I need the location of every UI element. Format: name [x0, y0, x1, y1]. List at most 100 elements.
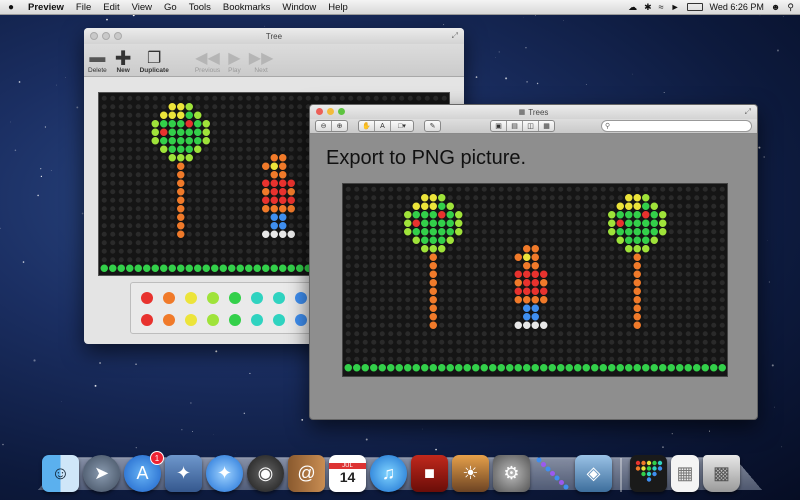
delete-button[interactable]: ▬ Delete [88, 49, 107, 76]
sidebar-view-button[interactable]: ◫ [523, 121, 539, 131]
search-field[interactable]: ⚲ [601, 120, 752, 132]
peg-hole [127, 138, 133, 144]
apple-menu-icon[interactable]: ● [0, 2, 22, 13]
app-store-icon[interactable]: A1 [124, 451, 164, 492]
menu-app-preview[interactable]: Preview [22, 2, 70, 13]
trash-icon[interactable]: ▩ [703, 455, 740, 492]
previous-button[interactable]: ◀◀ Previous [195, 49, 220, 76]
peg-hole [549, 212, 555, 218]
launchpad-icon[interactable]: ➤ [83, 455, 120, 492]
menu-edit[interactable]: Edit [97, 2, 125, 13]
peg-hole [702, 348, 708, 354]
close-button[interactable] [90, 32, 98, 40]
iphoto-icon[interactable]: ☀ [452, 455, 489, 492]
menu-view[interactable]: View [126, 2, 158, 13]
system-preferences-icon[interactable]: ⚙ [493, 455, 530, 492]
bluetooth-icon[interactable]: ✱ [644, 2, 652, 13]
text-tool-button[interactable]: A [375, 121, 391, 131]
zoom-out-button[interactable]: ⊖ [316, 121, 332, 131]
fullscreen-icon[interactable]: ⤢ [745, 107, 751, 117]
cloud-icon[interactable]: ☁ [628, 2, 637, 13]
volume-icon[interactable]: ► [671, 2, 680, 12]
star [498, 51, 500, 53]
peg-lit [429, 313, 437, 321]
facetime-icon[interactable]: ◉ [247, 455, 284, 492]
menu-go[interactable]: Go [158, 2, 183, 13]
peg-hole [532, 186, 538, 192]
new-button[interactable]: ✚ New [115, 48, 132, 76]
peg-hole [668, 288, 674, 294]
thumbnails-view-button[interactable]: ▤ [507, 121, 523, 131]
lite-brite-icon[interactable] [630, 455, 667, 492]
fullscreen-icon[interactable]: ⤢ [452, 31, 458, 41]
minimize-button[interactable] [327, 108, 334, 115]
peg-hole [566, 339, 572, 345]
peg-hole [362, 331, 368, 337]
select-tool-button[interactable]: □▾ [391, 121, 413, 131]
duplicate-button[interactable]: ❐ Duplicate [140, 49, 169, 76]
peg-hole [532, 212, 538, 218]
tree-toolbar: ▬ Delete ✚ New ❐ Duplicate ◀◀ Previous ▶ Play… [84, 44, 464, 77]
peg-hole [592, 297, 598, 303]
zoom-button[interactable] [114, 32, 122, 40]
trees-window-titlebar[interactable]: ▦ Trees ⤢ [310, 105, 757, 119]
content-only-view-button[interactable]: ▣ [491, 121, 507, 131]
menu-file[interactable]: File [70, 2, 97, 13]
battery-icon[interactable] [686, 3, 703, 11]
itunes-icon[interactable]: ♫ [370, 455, 407, 492]
move-tool-button[interactable]: ✋ [359, 121, 375, 131]
peg-lit [296, 264, 304, 272]
peg-hole [583, 246, 589, 252]
calendar-icon[interactable]: JUL 14 [329, 455, 366, 492]
pencil-icon[interactable]: ✎ [425, 121, 440, 131]
zoom-in-button[interactable]: ⊕ [332, 121, 347, 131]
peg-hole [558, 297, 564, 303]
peg-hole [490, 280, 496, 286]
wifi-icon[interactable]: ≈ [659, 2, 664, 12]
contact-sheet-view-button[interactable]: ▦ [539, 121, 554, 131]
peg-hole [127, 146, 133, 152]
menubar-clock[interactable]: Wed 6:26 PM [710, 2, 764, 12]
close-button[interactable] [316, 108, 323, 115]
peg-hole [288, 112, 294, 118]
mail-stamp-icon[interactable]: ✦ [165, 455, 202, 492]
spotlight-icon[interactable]: ⚲ [787, 2, 794, 13]
user-icon[interactable]: ☻ [771, 2, 780, 12]
photo-booth-icon[interactable]: ■ [411, 455, 448, 492]
peg-hole [702, 195, 708, 201]
minimize-button[interactable] [102, 32, 110, 40]
menu-bookmarks[interactable]: Bookmarks [217, 2, 277, 13]
menu-window[interactable]: Window [276, 2, 322, 13]
finder-icon[interactable]: ☺ [42, 455, 79, 492]
peg-hole [135, 223, 141, 229]
tree-window-titlebar[interactable]: Tree ⤢ [84, 28, 464, 44]
document-icon: ▦ [518, 109, 526, 116]
peg-hole [617, 195, 623, 201]
peg-app-icon[interactable] [534, 455, 571, 492]
address-book-icon[interactable]: @ [288, 455, 325, 492]
peg-hole [685, 254, 691, 260]
peg-hole [271, 95, 277, 101]
peg-hole [144, 112, 150, 118]
play-button[interactable]: ▶ Play [228, 49, 241, 76]
peg-hole [413, 305, 419, 311]
peg-hole [481, 195, 487, 201]
zoom-button[interactable] [338, 108, 345, 115]
peg-hole [416, 95, 422, 101]
menu-help[interactable]: Help [322, 2, 354, 13]
peg-lit [202, 120, 210, 128]
preview-icon[interactable]: ◈ [575, 455, 612, 492]
star [56, 84, 57, 86]
peg-hole [694, 348, 700, 354]
peg-hole [271, 257, 277, 263]
peg-hole [144, 163, 150, 169]
next-button[interactable]: ▶▶ Next [249, 49, 274, 76]
menu-tools[interactable]: Tools [183, 2, 217, 13]
star [763, 156, 765, 158]
peg-hole [660, 297, 666, 303]
peg-hole [297, 214, 303, 220]
safari-icon[interactable]: ✦ [206, 455, 243, 492]
document-icon[interactable]: ▦ [671, 455, 699, 492]
peg-hole [549, 237, 555, 243]
peg-hole [413, 356, 419, 362]
